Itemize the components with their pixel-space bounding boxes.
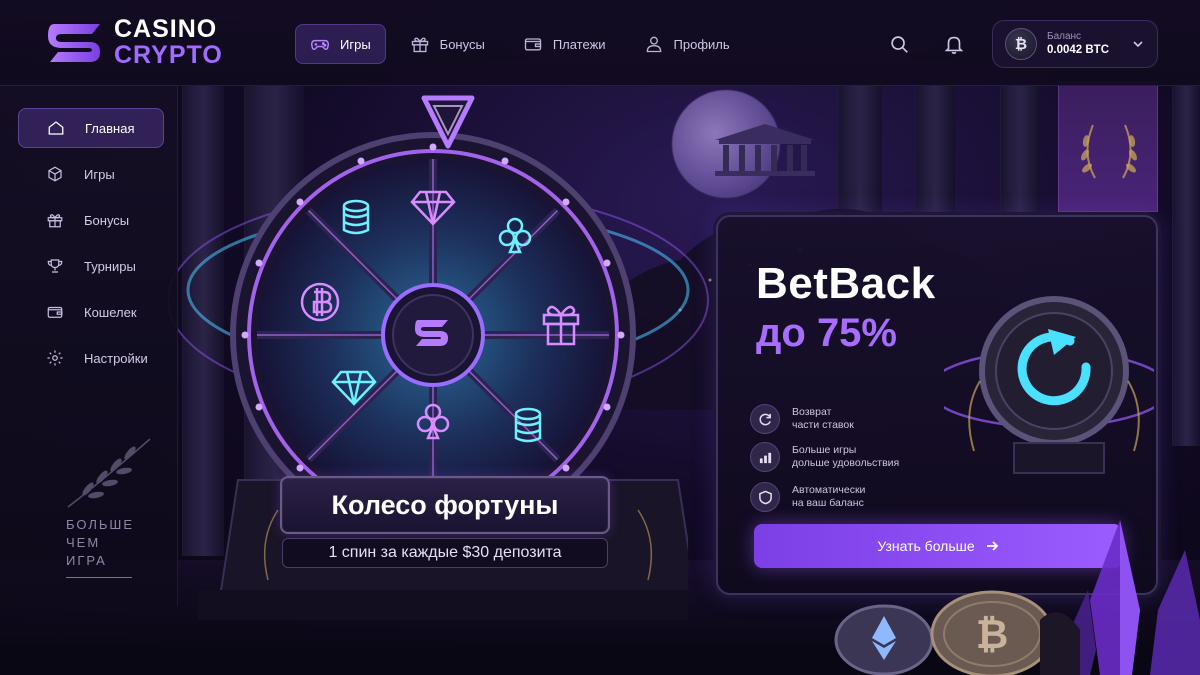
nav-item-payments[interactable]: Платежи bbox=[509, 24, 620, 64]
crypto-coins: ₿ bbox=[834, 590, 1054, 675]
fortune-wheel-subtitle: 1 спин за каждые $30 депозита bbox=[282, 538, 608, 568]
balance-widget[interactable]: ₿ Баланс 0.0042 BTC bbox=[992, 20, 1158, 68]
arrow-right-icon bbox=[986, 541, 998, 551]
laurel-banner bbox=[1058, 82, 1158, 212]
shield-icon bbox=[758, 490, 772, 504]
wallet-icon bbox=[47, 306, 63, 318]
sidebar-item-label: Турниры bbox=[84, 258, 136, 274]
brand-mark-icon bbox=[48, 24, 100, 62]
feature-item: Возврат части ставок bbox=[750, 401, 930, 437]
svg-text:₿: ₿ bbox=[976, 612, 1009, 658]
sidebar-item-label: Главная bbox=[85, 120, 135, 136]
feature-item: Автоматически на ваш баланс bbox=[750, 479, 930, 515]
bitcoin-coin-icon: ₿ bbox=[930, 590, 1054, 675]
feature-line: Больше игры bbox=[792, 444, 857, 456]
tagline-divider bbox=[66, 577, 132, 578]
nav-item-label: Бонусы bbox=[439, 36, 485, 52]
feature-line: Возврат bbox=[792, 406, 832, 418]
sidebar-item-wallet[interactable]: Кошелек bbox=[18, 292, 164, 332]
sidebar-tagline: БОЛЬШЕ ЧЕМ ИГРА bbox=[66, 516, 134, 570]
sidebar-item-settings[interactable]: Настройки bbox=[18, 338, 164, 378]
gear-icon bbox=[47, 350, 63, 366]
main-nav: Игры Бонусы Платежи Профиль bbox=[295, 24, 744, 64]
nav-item-label: Профиль bbox=[673, 36, 730, 52]
background-column bbox=[1000, 86, 1040, 216]
sidebar-item-home[interactable]: Главная bbox=[18, 108, 164, 148]
sidebar: Главная Игры Бонусы Турниры Кошелек Наст… bbox=[0, 86, 178, 606]
chevron-down-icon[interactable] bbox=[1131, 37, 1145, 51]
wallet-icon bbox=[524, 38, 541, 51]
nav-item-profile[interactable]: Профиль bbox=[630, 24, 744, 64]
betback-title: BetBack bbox=[756, 259, 936, 308]
background-column bbox=[1172, 86, 1200, 446]
feature-line: части ставок bbox=[792, 419, 854, 431]
tagline-line: ИГРА bbox=[66, 553, 107, 568]
cashback-coin-icon bbox=[944, 296, 1154, 474]
bell-icon bbox=[944, 36, 964, 54]
feature-line: дольше удовольствия bbox=[792, 457, 900, 469]
refresh-icon bbox=[758, 413, 771, 425]
cube-icon bbox=[48, 166, 62, 182]
tagline-line: ЧЕМ bbox=[66, 535, 101, 550]
sidebar-item-label: Кошелек bbox=[84, 304, 137, 320]
home-icon bbox=[48, 121, 64, 135]
brand-name-line1: CASINO bbox=[114, 14, 218, 43]
top-bar: CASINO CRYPTO Игры Бонусы Платежи Профил… bbox=[0, 0, 1200, 86]
amethyst-crystals bbox=[1040, 520, 1200, 675]
fortune-wheel-title: Колесо фортуны bbox=[280, 476, 610, 534]
brand-name-line2: CRYPTO bbox=[114, 40, 223, 69]
sidebar-item-bonuses[interactable]: Бонусы bbox=[18, 200, 164, 240]
search-icon bbox=[891, 36, 908, 53]
nav-item-label: Игры bbox=[340, 36, 371, 52]
gift-icon bbox=[411, 37, 428, 53]
feature-line: Автоматически bbox=[792, 484, 866, 496]
bars-icon bbox=[759, 452, 771, 463]
user-icon bbox=[646, 36, 661, 53]
gamepad-icon bbox=[310, 39, 330, 51]
sidebar-item-label: Бонусы bbox=[84, 212, 130, 228]
ethereum-coin-icon bbox=[834, 604, 934, 675]
nav-item-bonuses[interactable]: Бонусы bbox=[396, 24, 499, 64]
sidebar-item-games[interactable]: Игры bbox=[18, 154, 164, 194]
trophy-icon bbox=[47, 259, 63, 273]
tagline-line: БОЛЬШЕ bbox=[66, 517, 134, 532]
wheel-pointer-icon bbox=[421, 95, 475, 149]
nav-item-games[interactable]: Игры bbox=[295, 24, 386, 64]
gift-icon bbox=[47, 214, 63, 228]
sidebar-item-label: Настройки bbox=[84, 350, 148, 366]
laurel-branch-icon bbox=[67, 438, 151, 508]
sidebar-item-label: Игры bbox=[84, 166, 115, 182]
betback-percentage: до 75% bbox=[756, 311, 897, 355]
search-button[interactable] bbox=[883, 28, 915, 60]
bitcoin-icon: ₿ bbox=[1005, 28, 1037, 60]
laurel-icon bbox=[1081, 124, 1137, 179]
brand-mark-icon bbox=[415, 320, 448, 346]
sidebar-item-tournaments[interactable]: Турниры bbox=[18, 246, 164, 286]
balance-label: Баланс bbox=[1047, 30, 1082, 42]
notifications-button[interactable] bbox=[938, 28, 970, 60]
nav-item-label: Платежи bbox=[552, 36, 606, 52]
brand-logo[interactable]: CASINO CRYPTO bbox=[44, 16, 244, 68]
feature-line: на ваш баланс bbox=[792, 497, 864, 509]
learn-more-label: Узнать больше bbox=[877, 538, 975, 554]
balance-value: 0.0042 BTC bbox=[1047, 44, 1110, 57]
feature-item: Больше игры дольше удовольствия bbox=[750, 439, 930, 475]
